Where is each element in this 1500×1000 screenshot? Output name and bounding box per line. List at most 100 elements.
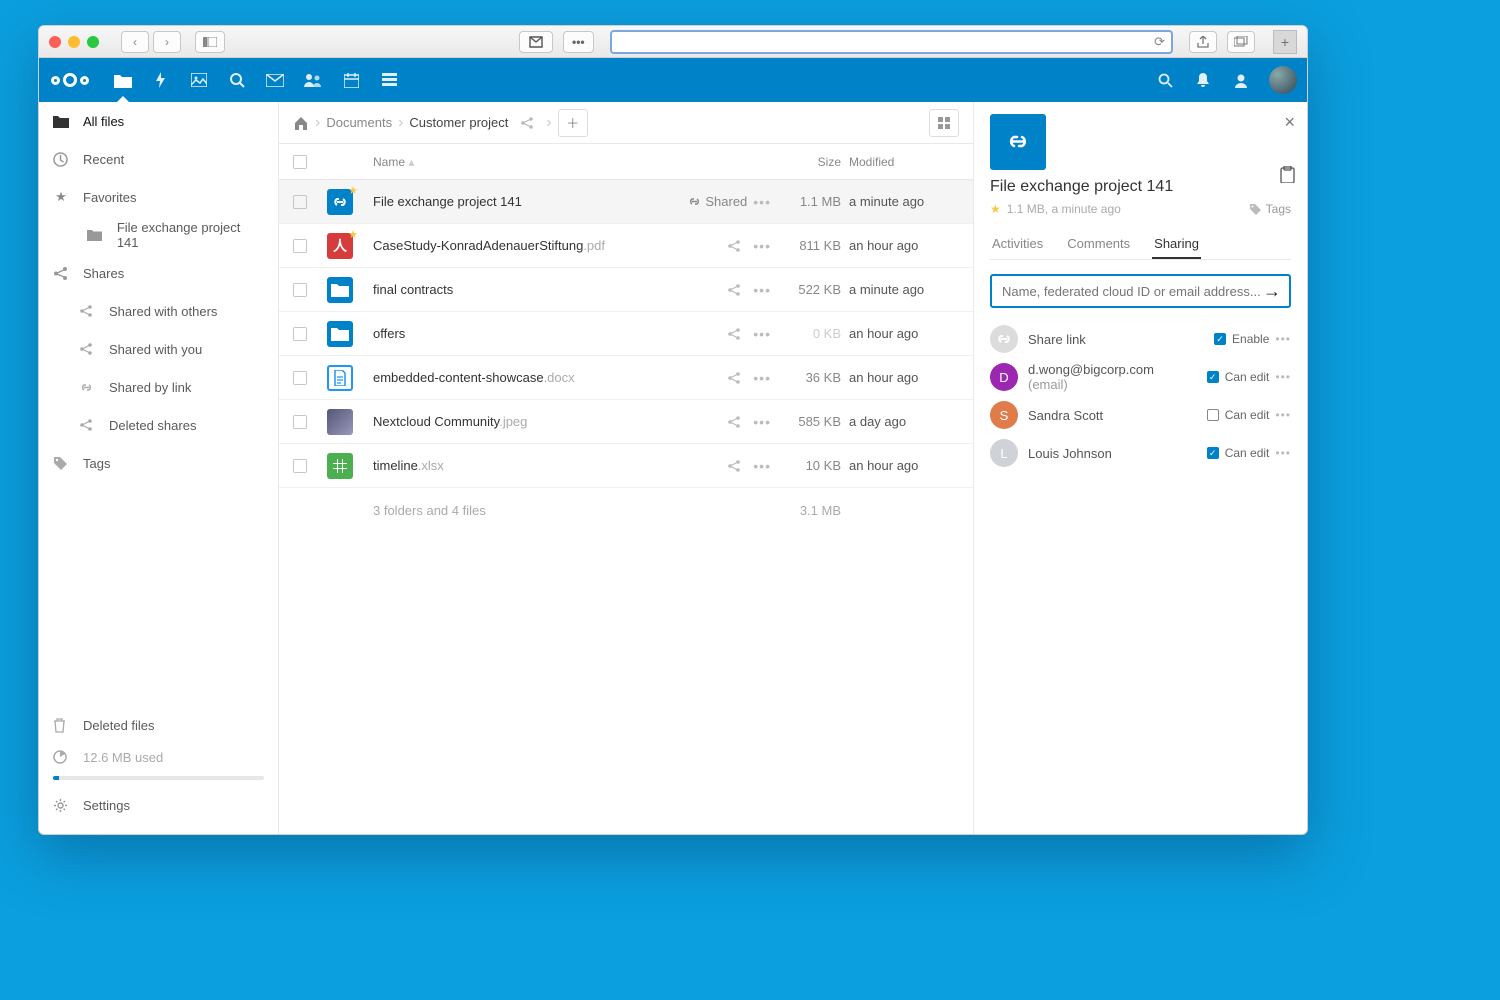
new-tab-button[interactable]: + bbox=[1273, 30, 1297, 54]
file-name[interactable]: Nextcloud Community.jpeg bbox=[373, 414, 697, 429]
row-checkbox[interactable] bbox=[293, 195, 307, 209]
file-row[interactable]: embedded-content-showcase.docx•••36 KBan… bbox=[279, 356, 973, 400]
row-checkbox[interactable] bbox=[293, 239, 307, 253]
header-name[interactable]: Name bbox=[373, 155, 405, 169]
file-name[interactable]: offers bbox=[373, 326, 697, 341]
app-search-icon[interactable] bbox=[227, 70, 247, 90]
file-row[interactable]: Nextcloud Community.jpeg•••585 KBa day a… bbox=[279, 400, 973, 444]
header-search-icon[interactable] bbox=[1155, 70, 1175, 90]
ellipsis-button[interactable]: ••• bbox=[563, 31, 594, 53]
sidebar-item-settings[interactable]: Settings bbox=[39, 786, 278, 824]
contacts-menu-icon[interactable] bbox=[1231, 70, 1251, 90]
close-details-button[interactable]: × bbox=[1284, 112, 1295, 133]
sidebar-item-shared-link[interactable]: Shared by link bbox=[39, 368, 278, 406]
file-row[interactable]: 人★CaseStudy-KonradAdenauerStiftung.pdf••… bbox=[279, 224, 973, 268]
maximize-window-icon[interactable] bbox=[87, 36, 99, 48]
share-submit-icon[interactable]: → bbox=[1263, 281, 1281, 302]
more-icon[interactable]: ••• bbox=[1275, 332, 1291, 346]
sidebar-item-shared-others[interactable]: Shared with others bbox=[39, 292, 278, 330]
tabs-button[interactable] bbox=[1227, 31, 1255, 53]
row-checkbox[interactable] bbox=[293, 371, 307, 385]
file-name[interactable]: embedded-content-showcase.docx bbox=[373, 370, 697, 385]
header-size[interactable]: Size bbox=[777, 155, 849, 169]
sidebar-item-all-files[interactable]: All files bbox=[39, 102, 278, 140]
enable-checkbox[interactable]: ✓ bbox=[1214, 333, 1226, 345]
share-search-field[interactable]: → bbox=[990, 274, 1291, 308]
sidebar-item-shared-you[interactable]: Shared with you bbox=[39, 330, 278, 368]
sidebar-item-recent[interactable]: Recent bbox=[39, 140, 278, 178]
file-row[interactable]: ★File exchange project 141Shared•••1.1 M… bbox=[279, 180, 973, 224]
share-row-icon[interactable] bbox=[721, 283, 747, 297]
sidebar-item-shares[interactable]: Shares bbox=[39, 254, 278, 292]
more-icon[interactable]: ••• bbox=[1275, 370, 1291, 384]
sidebar-item-fav-project[interactable]: File exchange project 141 bbox=[39, 216, 278, 254]
new-button[interactable]: ＋ bbox=[558, 109, 588, 137]
breadcrumb-documents[interactable]: Documents bbox=[326, 115, 392, 130]
row-more-icon[interactable]: ••• bbox=[747, 414, 777, 430]
user-avatar[interactable] bbox=[1269, 66, 1297, 94]
share-page-button[interactable] bbox=[1189, 31, 1217, 53]
app-gallery-icon[interactable] bbox=[189, 70, 209, 90]
sidebar-item-deleted-files[interactable]: Deleted files bbox=[39, 706, 278, 744]
can-edit-checkbox[interactable]: ✓ bbox=[1207, 447, 1219, 459]
file-name[interactable]: timeline.xlsx bbox=[373, 458, 697, 473]
url-bar[interactable]: ⟳ bbox=[610, 30, 1173, 54]
can-edit-checkbox[interactable]: ✓ bbox=[1207, 371, 1219, 383]
sidebar-item-tags[interactable]: Tags bbox=[39, 444, 278, 482]
share-search-input[interactable] bbox=[1000, 283, 1263, 300]
nav-forward-button[interactable]: › bbox=[153, 31, 181, 53]
file-row[interactable]: timeline.xlsx•••10 KBan hour ago bbox=[279, 444, 973, 488]
file-name[interactable]: File exchange project 141 bbox=[373, 194, 697, 209]
app-logo[interactable] bbox=[51, 73, 89, 87]
file-row[interactable]: offers•••0 KBan hour ago bbox=[279, 312, 973, 356]
more-icon[interactable]: ••• bbox=[1275, 446, 1291, 460]
row-checkbox[interactable] bbox=[293, 459, 307, 473]
app-activity-icon[interactable] bbox=[151, 70, 171, 90]
more-icon[interactable]: ••• bbox=[1275, 408, 1291, 422]
share-row-icon[interactable] bbox=[721, 371, 747, 385]
row-checkbox[interactable] bbox=[293, 283, 307, 297]
row-more-icon[interactable]: ••• bbox=[747, 238, 777, 254]
grid-view-button[interactable] bbox=[929, 109, 959, 137]
row-checkbox[interactable] bbox=[293, 415, 307, 429]
share-row-icon[interactable] bbox=[721, 239, 747, 253]
notifications-icon[interactable] bbox=[1193, 70, 1213, 90]
favorite-star-icon[interactable]: ★ bbox=[990, 202, 1001, 216]
select-all-checkbox[interactable] bbox=[293, 155, 307, 169]
tab-overview-button[interactable] bbox=[195, 31, 225, 53]
app-calendar-icon[interactable] bbox=[341, 70, 361, 90]
sidebar-item-favorites[interactable]: ★ Favorites bbox=[39, 178, 278, 216]
share-row-icon[interactable] bbox=[721, 415, 747, 429]
can-edit-checkbox[interactable] bbox=[1207, 409, 1219, 421]
tags-button[interactable]: Tags bbox=[1249, 202, 1291, 216]
file-row[interactable]: final contracts•••522 KBa minute ago bbox=[279, 268, 973, 312]
minimize-window-icon[interactable] bbox=[68, 36, 80, 48]
close-window-icon[interactable] bbox=[49, 36, 61, 48]
app-contacts-icon[interactable] bbox=[303, 70, 323, 90]
file-name[interactable]: final contracts bbox=[373, 282, 697, 297]
share-row-icon[interactable] bbox=[721, 459, 747, 473]
app-files-icon[interactable] bbox=[113, 70, 133, 90]
share-breadcrumb-icon[interactable] bbox=[514, 116, 540, 130]
tab-comments[interactable]: Comments bbox=[1065, 230, 1132, 259]
file-name[interactable]: CaseStudy-KonradAdenauerStiftung.pdf bbox=[373, 238, 697, 253]
clipboard-icon[interactable] bbox=[1280, 166, 1295, 183]
tab-activities[interactable]: Activities bbox=[990, 230, 1045, 259]
row-more-icon[interactable]: ••• bbox=[747, 458, 777, 474]
row-more-icon[interactable]: ••• bbox=[747, 194, 777, 210]
row-checkbox[interactable] bbox=[293, 327, 307, 341]
row-more-icon[interactable]: ••• bbox=[747, 370, 777, 386]
row-more-icon[interactable]: ••• bbox=[747, 282, 777, 298]
app-deck-icon[interactable] bbox=[379, 70, 399, 90]
reader-button[interactable] bbox=[519, 31, 553, 53]
app-mail-icon[interactable] bbox=[265, 70, 285, 90]
breadcrumb-current[interactable]: Customer project bbox=[409, 115, 508, 130]
share-row-icon[interactable] bbox=[721, 327, 747, 341]
header-modified[interactable]: Modified bbox=[849, 155, 959, 169]
sidebar-item-deleted-shares[interactable]: Deleted shares bbox=[39, 406, 278, 444]
breadcrumb-home[interactable] bbox=[293, 116, 309, 130]
tab-sharing[interactable]: Sharing bbox=[1152, 230, 1201, 259]
nav-back-button[interactable]: ‹ bbox=[121, 31, 149, 53]
reload-icon[interactable]: ⟳ bbox=[1154, 34, 1165, 50]
row-more-icon[interactable]: ••• bbox=[747, 326, 777, 342]
